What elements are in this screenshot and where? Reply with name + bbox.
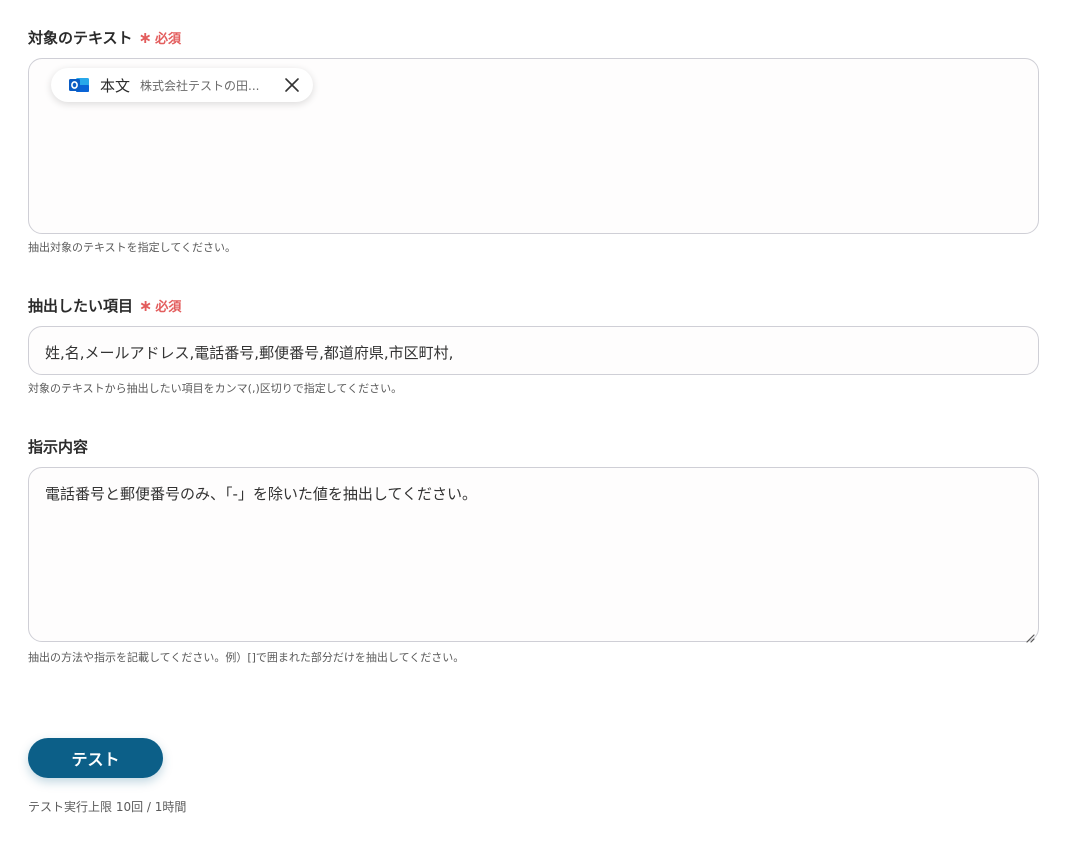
extract-items-help: 対象のテキストから抽出したい項目をカンマ(,)区切りで指定してください。 [28, 382, 403, 395]
required-asterisk-icon: ∗ [139, 295, 153, 315]
required-badge: ∗ 必須 [139, 296, 181, 315]
extract-items-input[interactable]: 姓,名,メールアドレス,電話番号,郵便番号,都道府県,市区町村, [28, 326, 1039, 375]
test-limit-text: テスト実行上限 10回 / 1時間 [28, 800, 187, 814]
outlook-icon [69, 76, 89, 94]
required-asterisk-icon: ∗ [138, 27, 152, 47]
instructions-help: 抽出の方法や指示を記載してください。例）[]で囲まれた部分だけを抽出してください… [28, 651, 465, 664]
required-text: 必須 [155, 300, 182, 315]
extract-items-label-text: 抽出したい項目 [28, 297, 134, 315]
target-text-help: 抽出対象のテキストを指定してください。 [28, 241, 237, 254]
resize-handle-icon[interactable] [1025, 628, 1035, 643]
test-button[interactable]: テスト [28, 738, 163, 778]
extract-items-label: 抽出したい項目 ∗ 必須 [28, 295, 181, 316]
instructions-textarea[interactable]: 電話番号と郵便番号のみ、「-」を除いた値を抽出してください。 [28, 467, 1039, 643]
extract-items-value: 姓,名,メールアドレス,電話番号,郵便番号,都道府県,市区町村, [45, 344, 454, 362]
target-text-label: 対象のテキスト ∗ 必須 [28, 27, 181, 48]
close-icon[interactable] [284, 77, 300, 93]
instructions-label: 指示内容 [28, 436, 88, 457]
target-text-label-text: 対象のテキスト [28, 29, 133, 47]
instructions-label-text: 指示内容 [28, 438, 89, 456]
chip-value: 株式会社テストの田... [140, 78, 260, 93]
required-badge: ∗ 必須 [139, 28, 181, 47]
instructions-value: 電話番号と郵便番号のみ、「-」を除いた値を抽出してください。 [45, 485, 478, 503]
target-text-field[interactable]: 本文 株式会社テストの田... [28, 58, 1039, 234]
chip-name: 本文 [100, 76, 131, 95]
required-text: 必須 [154, 32, 181, 47]
variable-chip[interactable]: 本文 株式会社テストの田... [51, 68, 313, 102]
